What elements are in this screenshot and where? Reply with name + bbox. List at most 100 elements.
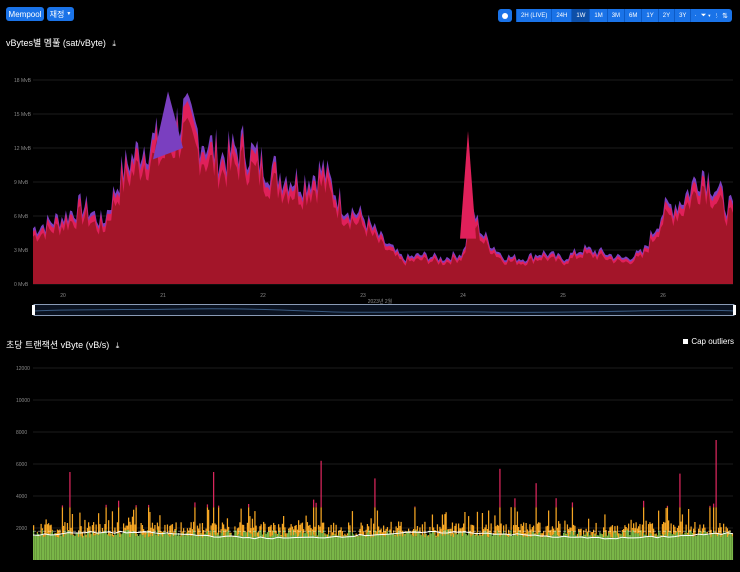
tx-bar-green — [419, 533, 421, 560]
tx-bar-orange — [211, 523, 214, 537]
tx-bar-green — [184, 535, 186, 560]
tx-bar-green — [685, 530, 687, 560]
range-button-3[interactable]: 1M — [589, 9, 607, 22]
tx-bar-orange — [588, 518, 590, 533]
zoom-handle-right[interactable] — [733, 305, 736, 315]
tx-bar-red — [61, 505, 64, 508]
finance-dropdown-button[interactable]: 재정 ▼ — [47, 7, 74, 21]
download-icon[interactable]: ⤓ — [112, 39, 116, 49]
tx-bar-orange — [205, 528, 207, 533]
range-button-2[interactable]: 1W — [571, 9, 590, 22]
tx-bar-orange — [104, 524, 106, 533]
tx-bar-orange — [634, 528, 636, 534]
cap-outliers-toggle[interactable]: Cap outliers — [683, 337, 734, 346]
range-button-7[interactable]: 2Y — [657, 9, 675, 22]
tx-bar-orange — [280, 535, 282, 537]
tx-bar-green — [204, 533, 206, 560]
tx-bar-orange — [540, 533, 542, 538]
tx-bar-red — [135, 505, 137, 508]
range-button-5[interactable]: 6M — [624, 9, 642, 22]
zoom-handle-left[interactable] — [32, 305, 35, 315]
tx-bar-green — [63, 536, 65, 560]
tx-bar-orange — [340, 527, 342, 537]
tx-bar-orange — [221, 522, 224, 531]
tx-bar-orange — [468, 516, 470, 532]
tx-bar-orange — [188, 530, 190, 533]
tx-bar-green — [701, 534, 704, 560]
tx-bar-green — [611, 537, 614, 560]
range-button-0[interactable]: 2H (LIVE) — [516, 9, 552, 22]
filter-icon: ⏷ — [700, 11, 707, 19]
tx-bar-green — [101, 533, 104, 560]
tx-bar-green — [153, 531, 155, 560]
tx-bar-green — [645, 534, 647, 560]
tx-bar-orange — [293, 529, 295, 535]
tx-bar-green — [43, 536, 45, 560]
tx-bar-orange — [376, 510, 379, 536]
tx-bar-green — [163, 531, 165, 560]
tx-bar-orange — [51, 529, 54, 531]
sort-toggle-button[interactable]: ⇅ — [718, 9, 732, 22]
tx-bar-green — [368, 529, 370, 560]
tx-bar-orange — [424, 521, 426, 538]
tx-bar-green — [650, 533, 652, 560]
tx-bar-orange — [579, 529, 581, 538]
tx-bar-green — [468, 531, 470, 560]
tx-bar-green — [123, 532, 125, 560]
tx-bar-green — [286, 533, 289, 560]
tx-bar-green — [318, 529, 320, 560]
download-icon[interactable]: ⤓ — [116, 341, 120, 351]
tx-bar-green — [76, 532, 79, 560]
tx-bar-green — [50, 532, 52, 560]
filter-dropdown-button[interactable]: ⏷ ▼ — [696, 9, 716, 22]
tx-bar-orange — [156, 522, 159, 530]
range-button-4[interactable]: 3M — [606, 9, 625, 22]
tx-bar-green — [584, 535, 586, 560]
tx-bar-green — [671, 534, 674, 560]
mempool-spike — [460, 131, 476, 239]
tx-bar-orange — [71, 514, 74, 535]
info-button[interactable] — [498, 9, 512, 22]
tx-bar-green — [45, 535, 47, 560]
tx-bar-green — [296, 537, 299, 560]
tx-bar-green — [395, 533, 397, 560]
tx-bar-green — [161, 536, 164, 560]
tx-bar-orange — [713, 507, 715, 532]
info-icon — [502, 12, 508, 19]
tx-bar-orange — [126, 525, 129, 530]
tx-bar-green — [84, 533, 86, 560]
tx-bar-green — [55, 536, 57, 560]
tx-bar-orange — [125, 525, 127, 531]
tx-bar-green — [169, 536, 171, 560]
range-button-8[interactable]: 3Y — [674, 9, 691, 22]
tx-bar-green — [618, 537, 620, 560]
tx-bar-green — [170, 534, 172, 560]
tx-bar-green — [546, 537, 549, 560]
tx-bar-orange — [414, 507, 416, 530]
tx-bar-green — [328, 534, 330, 560]
tx-bar-green — [134, 533, 136, 560]
y-tick-label: 15 MvB — [14, 112, 32, 118]
tx-bar-green — [238, 534, 240, 560]
mempool-button[interactable]: Mempool — [6, 7, 44, 21]
tx-bar-red — [414, 506, 416, 508]
range-button-6[interactable]: 1Y — [641, 9, 658, 22]
tx-bar-orange — [241, 524, 244, 537]
tx-bar-orange — [386, 527, 389, 532]
range-button-1[interactable]: 24H — [551, 9, 572, 22]
tx-bar-green — [165, 534, 167, 560]
tx-bar-green — [316, 536, 319, 560]
tx-bar-green — [554, 531, 556, 560]
x-tick-label: 25 — [560, 293, 566, 299]
tx-bar-orange — [375, 531, 377, 535]
tx-bar-green — [726, 537, 729, 560]
tx-bar-green — [99, 531, 101, 560]
tx-bar-green — [436, 536, 439, 560]
tx-bar-green — [708, 535, 710, 560]
tx-bar-orange — [344, 533, 346, 537]
tx-bar-green — [198, 536, 200, 560]
tx-bar-green — [594, 536, 596, 560]
tx-bar-orange — [709, 507, 711, 534]
zoom-slider[interactable] — [32, 304, 736, 316]
tx-bar-green — [213, 530, 215, 560]
